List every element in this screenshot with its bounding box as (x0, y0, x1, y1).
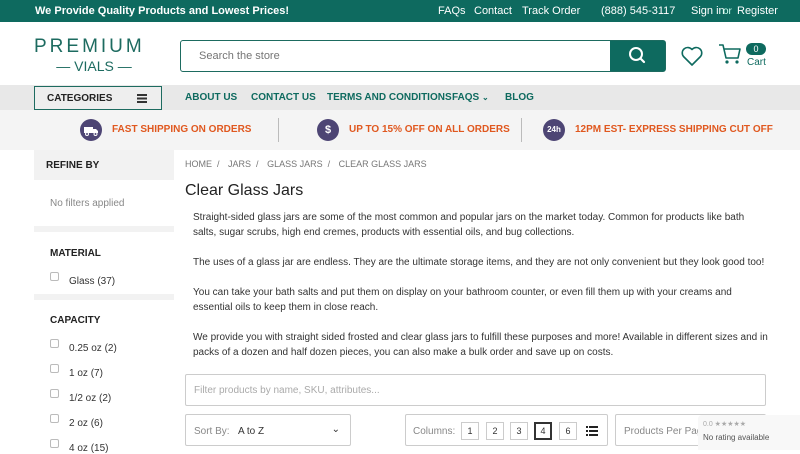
columns-label: Columns: (413, 426, 456, 437)
breadcrumb: HOME / JARS / GLASS JARS / CLEAR GLASS J… (185, 159, 427, 169)
material-section: MATERIAL Glass (37) (34, 232, 174, 294)
option-count: (7) (90, 368, 103, 379)
product-filter-input[interactable]: Filter products by name, SKU, attributes… (185, 374, 766, 406)
description-paragraph: The uses of a glass jar are endless. The… (193, 257, 765, 268)
checkbox[interactable] (50, 389, 59, 398)
columns-3-button[interactable]: 3 (510, 422, 528, 440)
breadcrumb-current: CLEAR GLASS JARS (338, 159, 427, 169)
nav-terms[interactable]: TERMS AND CONDITIONS (327, 92, 452, 103)
option-label: Glass (69, 276, 95, 287)
nav-about-us[interactable]: ABOUT US (185, 92, 237, 103)
sort-label: Sort By: (194, 426, 230, 437)
categories-label: CATEGORIES (47, 93, 113, 104)
register-link[interactable]: Register (737, 5, 778, 17)
option-count: (2) (104, 343, 117, 354)
page-title: Clear Glass Jars (185, 182, 304, 199)
chevron-down-icon: ⌄ (331, 424, 340, 435)
or-text: or (723, 6, 732, 17)
description-paragraph: You can take your bath salts and put the… (193, 287, 732, 313)
perk-text: UP TO 15% OFF ON ALL ORDERS (349, 124, 510, 135)
divider (521, 118, 522, 142)
material-heading: MATERIAL (50, 248, 101, 259)
main-content: HOME / JARS / GLASS JARS / CLEAR GLASS J… (185, 150, 785, 450)
breadcrumb-home[interactable]: HOME (185, 159, 212, 169)
description-paragraph: We provide you with straight sided frost… (193, 332, 768, 358)
capacity-section: CAPACITY 0.25 oz (2) 1 oz (7) 1/2 oz (2)… (34, 300, 174, 454)
nav-faqs-label: FAQS (452, 92, 480, 103)
sign-in-link[interactable]: Sign in (691, 5, 725, 17)
checkbox[interactable] (50, 272, 59, 281)
sort-select[interactable]: Sort By: A to Z ⌄ (185, 414, 351, 446)
main-nav: CATEGORIES ABOUT US CONTACT US TERMS AND… (0, 85, 800, 110)
columns-6-button[interactable]: 6 (559, 422, 577, 440)
nav-blog[interactable]: BLOG (505, 92, 534, 103)
top-bar: We Provide Quality Products and Lowest P… (0, 0, 800, 22)
capacity-heading: CAPACITY (50, 315, 101, 326)
heart-icon[interactable] (680, 44, 704, 68)
cart-label[interactable]: Cart (747, 57, 766, 68)
option-count: (2) (99, 393, 112, 404)
search-button[interactable] (610, 41, 665, 71)
truck-icon (80, 119, 102, 141)
checkbox[interactable] (50, 339, 59, 348)
option-label: 1 oz (69, 368, 88, 379)
breadcrumb-glass-jars[interactable]: GLASS JARS (267, 159, 323, 169)
columns-2-button[interactable]: 2 (486, 422, 504, 440)
breadcrumb-jars[interactable]: JARS (228, 159, 251, 169)
track-order-link[interactable]: Track Order (522, 5, 580, 17)
checkbox[interactable] (50, 414, 59, 423)
header: PREMIUM — VIALS — 0 Cart (0, 22, 800, 85)
categories-button[interactable]: CATEGORIES (34, 86, 162, 110)
option-label: 0.25 oz (69, 343, 102, 354)
menu-icon (137, 94, 147, 103)
option-count: (37) (97, 276, 116, 287)
checkbox[interactable] (50, 364, 59, 373)
category-description: Straight-sided glass jars are some of th… (193, 210, 768, 375)
nav-contact-us[interactable]: CONTACT US (251, 92, 316, 103)
faqs-link[interactable]: FAQs (438, 5, 466, 17)
search-icon (629, 47, 646, 64)
logo-line2: VIALS (74, 58, 114, 74)
option-count: (15) (90, 443, 109, 454)
search-input[interactable] (181, 41, 611, 71)
columns-selector: Columns: 1 2 3 4 6 (405, 414, 608, 446)
chevron-down-icon: ⌄ (482, 93, 489, 102)
24h-icon: 24h (543, 119, 565, 141)
filter-sidebar: REFINE BY No filters applied MATERIAL Gl… (34, 150, 174, 454)
divider (278, 118, 279, 142)
perks-bar: FAST SHIPPING ON ORDERS $ UP TO 15% OFF … (0, 110, 800, 150)
rating-text: No rating available (703, 433, 770, 442)
cart-icon[interactable] (718, 42, 742, 66)
columns-1-button[interactable]: 1 (461, 422, 479, 440)
cart-count-badge: 0 (746, 43, 766, 55)
refine-by-heading: REFINE BY (46, 160, 100, 171)
perk-text: 12PM EST- EXPRESS SHIPPING CUT OFF (575, 124, 773, 135)
option-label: 2 oz (69, 418, 88, 429)
no-filters-text: No filters applied (34, 180, 174, 226)
option-count: (6) (90, 418, 103, 429)
list-view-icon[interactable] (583, 422, 601, 440)
promo-text: We Provide Quality Products and Lowest P… (35, 5, 290, 17)
description-paragraph: Straight-sided glass jars are some of th… (193, 212, 745, 238)
nav-faqs[interactable]: FAQS ⌄ (452, 92, 489, 103)
dollar-icon: $ (317, 119, 339, 141)
search-bar (180, 40, 666, 72)
rating-widget[interactable]: 0.0 ★★★★★ No rating available (698, 415, 800, 450)
rating-stars: 0.0 ★★★★★ (703, 421, 747, 428)
logo-line1: PREMIUM (34, 36, 145, 57)
option-label: 1/2 oz (69, 393, 97, 404)
perk-text: FAST SHIPPING ON ORDERS (112, 124, 252, 135)
columns-4-button[interactable]: 4 (534, 422, 552, 440)
contact-link[interactable]: Contact (474, 5, 512, 17)
sort-value: A to Z (238, 426, 265, 437)
checkbox[interactable] (50, 439, 59, 448)
option-label: 4 oz (69, 443, 88, 454)
logo[interactable]: PREMIUM — VIALS — (34, 36, 154, 74)
phone-link[interactable]: (888) 545-3117 (601, 5, 675, 17)
